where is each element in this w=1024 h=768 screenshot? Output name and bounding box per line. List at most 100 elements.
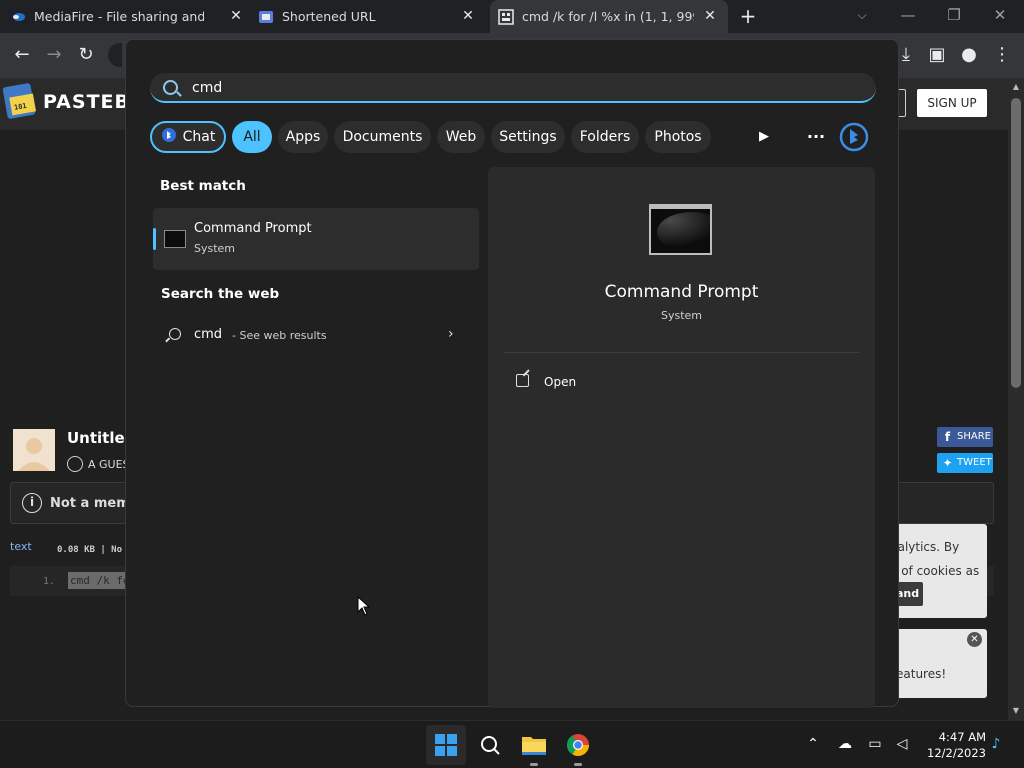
search-input[interactable]: cmd <box>192 80 222 96</box>
menu-kebab-icon[interactable]: ⋮ <box>990 43 1014 67</box>
scroll-up-icon[interactable]: ▲ <box>1010 82 1022 92</box>
open-external-icon[interactable] <box>516 374 529 387</box>
facebook-icon: f <box>944 430 951 444</box>
taskbar-search-button[interactable] <box>470 725 510 765</box>
browser-tab-strip: MediaFire - File sharing and sto ✕ Short… <box>0 0 1024 33</box>
bing-icon[interactable] <box>839 122 869 152</box>
restore-button[interactable]: ❐ <box>932 4 976 28</box>
search-icon <box>163 80 178 95</box>
scrollbar-thumb[interactable] <box>1011 98 1021 388</box>
result-type: System <box>194 242 236 255</box>
paste-size: 0.08 KB | No <box>57 545 123 555</box>
windows-taskbar: ⌃ ☁ ▭ ◁ 4:47 AM 12/2/2023 ♪ <box>0 720 1024 768</box>
search-icon <box>481 736 500 755</box>
mediafire-icon <box>13 12 25 21</box>
clock-date[interactable]: 12/2/2023 <box>920 746 986 760</box>
clock-time[interactable]: 4:47 AM <box>920 730 986 744</box>
search-web-heading: Search the web <box>161 286 280 302</box>
search-icon <box>169 328 181 340</box>
web-query: cmd <box>194 327 223 342</box>
filter-label: Documents <box>342 129 423 145</box>
cookie-notice: nalytics. By e of cookies as and <box>890 524 987 618</box>
twitter-share-button[interactable]: ✦ TWEET <box>937 453 993 473</box>
selection-indicator <box>153 228 156 250</box>
running-indicator <box>530 763 538 766</box>
open-action[interactable]: Open <box>544 375 576 389</box>
scroll-filters-play-icon[interactable]: ▶ <box>753 126 775 148</box>
filter-label: All <box>243 129 261 145</box>
command-prompt-icon <box>164 230 186 248</box>
pastebin-logo[interactable]: 101 <box>2 82 38 120</box>
cookie-text-line1: nalytics. By <box>890 540 960 554</box>
reload-icon[interactable]: ↻ <box>74 43 98 67</box>
more-options-icon[interactable]: ··· <box>804 126 828 148</box>
close-tab-icon[interactable]: ✕ <box>702 8 718 24</box>
address-bar-edge[interactable] <box>108 43 122 67</box>
author-label: A GUES <box>88 458 130 471</box>
facebook-share-button[interactable]: f SHARE <box>937 427 993 447</box>
notification-bell-icon[interactable]: ♪ <box>987 735 1005 753</box>
search-box[interactable]: cmd <box>150 73 876 103</box>
user-icon <box>67 456 83 472</box>
minimize-button[interactable]: — <box>886 4 930 28</box>
chrome-button[interactable] <box>558 725 598 765</box>
best-match-command-prompt[interactable]: Command Prompt System <box>153 208 479 270</box>
folder-icon <box>522 737 546 755</box>
filter-chat[interactable]: Chat <box>150 121 226 153</box>
chevron-right-icon: › <box>448 326 454 342</box>
filter-label: Photos <box>654 129 702 145</box>
code-line[interactable]: cmd /k fo <box>68 572 132 589</box>
line-number: 1. <box>43 576 56 587</box>
start-button[interactable] <box>426 725 466 765</box>
filter-all[interactable]: All <box>232 121 272 153</box>
signup-button[interactable]: SIGN UP <box>917 89 987 117</box>
guest-avatar <box>13 429 55 471</box>
file-explorer-button[interactable] <box>514 725 554 765</box>
forward-arrow-icon[interactable]: → <box>42 43 66 67</box>
show-hidden-icons-chevron-icon[interactable]: ⌃ <box>804 735 822 753</box>
pastebin-icon <box>498 8 514 25</box>
volume-muted-icon[interactable]: ◁ <box>893 735 911 753</box>
filter-apps[interactable]: Apps <box>278 121 328 153</box>
syntax-label[interactable]: text <box>10 540 32 553</box>
tab-search-chevron-icon[interactable]: ⌵ <box>840 4 884 28</box>
filter-label: Settings <box>499 129 557 145</box>
tab-shortened-url[interactable]: Shortened URL ✕ <box>252 0 488 33</box>
chrome-icon <box>567 734 589 756</box>
network-icon[interactable]: ▭ <box>866 735 884 753</box>
close-tab-icon[interactable]: ✕ <box>460 8 476 24</box>
new-tab-button[interactable]: + <box>738 6 758 27</box>
tab-pastebin[interactable]: cmd /k for /l %x in (1, 1, 999999 ✕ <box>490 0 728 33</box>
filter-documents[interactable]: Documents <box>334 121 431 153</box>
windows-search-panel: cmd Chat All Apps Documents Web Settings… <box>125 39 899 708</box>
bing-chat-icon <box>161 128 176 142</box>
close-icon[interactable]: ✕ <box>967 632 982 647</box>
tweet-label: TWEET <box>957 457 992 468</box>
running-indicator <box>574 763 582 766</box>
filter-web[interactable]: Web <box>437 121 485 153</box>
tab-mediafire[interactable]: MediaFire - File sharing and sto ✕ <box>10 0 250 33</box>
side-panel-icon[interactable]: ▣ <box>925 43 949 67</box>
filter-settings[interactable]: Settings <box>491 121 565 153</box>
web-search-result[interactable]: cmd - See web results › <box>153 318 479 352</box>
pastebin-logo-text: PASTEB <box>43 91 130 113</box>
close-tab-icon[interactable]: ✕ <box>228 8 244 24</box>
info-icon: i <box>22 493 42 513</box>
filter-photos[interactable]: Photos <box>645 121 711 153</box>
filter-label: Chat <box>182 129 216 145</box>
web-suffix: - See web results <box>232 329 327 342</box>
best-match-heading: Best match <box>160 178 246 194</box>
page-icon <box>259 10 273 23</box>
share-label: SHARE <box>957 431 991 442</box>
scroll-down-icon[interactable]: ▼ <box>1010 706 1022 716</box>
filter-label: Folders <box>579 129 631 145</box>
close-window-button[interactable]: ✕ <box>978 4 1022 28</box>
filter-folders[interactable]: Folders <box>571 121 639 153</box>
onedrive-icon[interactable]: ☁ <box>836 735 854 753</box>
filter-label: Apps <box>285 129 321 145</box>
tab-title: Shortened URL <box>282 9 376 24</box>
tab-title: cmd /k for /l %x in (1, 1, 999999 <box>522 9 694 24</box>
result-name: Command Prompt <box>194 221 312 236</box>
back-arrow-icon[interactable]: ← <box>10 43 34 67</box>
profile-icon[interactable]: ● <box>957 43 981 67</box>
